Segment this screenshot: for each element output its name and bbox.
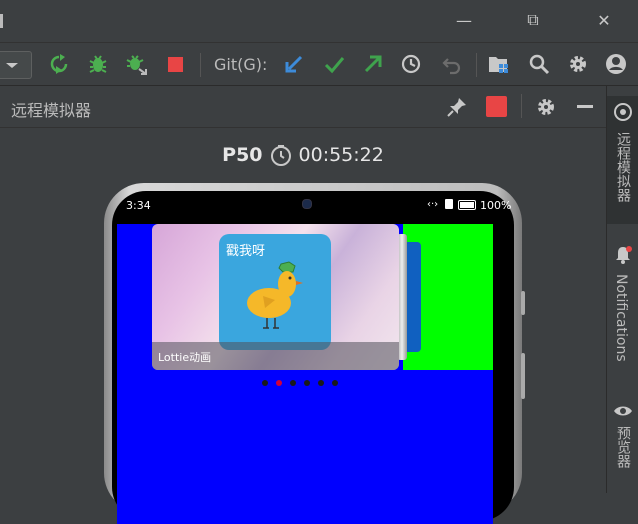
rerun-icon[interactable] <box>47 52 71 76</box>
git-push-icon[interactable] <box>361 52 385 76</box>
settings-gear-icon[interactable] <box>566 52 590 76</box>
restore-button[interactable]: ⧉ <box>523 10 543 30</box>
toolbar-separator <box>200 53 201 77</box>
tab-emulator-active[interactable]: 远程模拟器 <box>607 96 638 224</box>
indicator-dot[interactable] <box>318 380 324 386</box>
lottie-tile[interactable]: 戳我呀 <box>219 234 331 350</box>
notification-icon <box>445 199 453 209</box>
bird-illustration <box>247 261 303 329</box>
volume-button <box>521 291 525 315</box>
title-bar: — ⧉ ✕ <box>0 0 638 42</box>
search-icon[interactable] <box>527 52 551 76</box>
phone-screen[interactable]: 戳我呀 Lottie动画 <box>117 224 493 524</box>
indicator-dot[interactable] <box>262 380 268 386</box>
stop-icon[interactable] <box>163 52 187 76</box>
right-tool-strip: 远程模拟器 Notifications 预览器 <box>606 86 638 493</box>
timer-icon <box>270 145 291 166</box>
account-avatar-icon[interactable] <box>604 52 628 76</box>
tab-notifications[interactable]: Notifications <box>607 236 638 386</box>
main-toolbar: Git(G): <box>0 42 638 86</box>
emulator-panel-header: 远程模拟器 <box>0 86 606 128</box>
card-caption: Lottie动画 <box>158 351 212 364</box>
header-separator <box>521 94 522 118</box>
eye-icon <box>614 406 632 416</box>
debug-icon[interactable] <box>86 52 110 76</box>
git-update-icon[interactable] <box>282 52 306 76</box>
battery-icon <box>458 200 476 210</box>
battery-fill <box>460 202 474 208</box>
battery-level: 100% <box>480 199 512 212</box>
device-info: P50 00:55:22 <box>0 140 606 170</box>
project-structure-icon[interactable] <box>487 52 511 76</box>
run-config-dropdown[interactable] <box>0 51 32 79</box>
tab-notifications-label: Notifications <box>613 274 629 362</box>
indicator-dot-active[interactable] <box>276 380 282 386</box>
card-caption-bar: Lottie动画 <box>152 342 399 370</box>
tab-previewer[interactable]: 预览器 <box>607 396 638 493</box>
front-camera <box>302 199 312 209</box>
git-commit-icon[interactable] <box>322 52 346 76</box>
bell-icon <box>616 246 632 264</box>
panel-settings-icon[interactable] <box>534 95 558 119</box>
chevron-down-icon <box>6 63 18 68</box>
carousel-indicator <box>262 380 338 386</box>
pin-icon[interactable] <box>445 95 469 119</box>
git-label: Git(G): <box>214 55 268 74</box>
phone-frame: 3:34 ‹·› 100% 戳我呀 Lottie动画 <box>104 183 525 524</box>
carousel-card[interactable]: 戳我呀 Lottie动画 <box>152 224 399 370</box>
toolbar-separator <box>476 53 477 77</box>
tab-emulator-label: 远程模拟器 <box>615 132 631 202</box>
attach-debugger-icon[interactable] <box>124 52 148 76</box>
phone-body: 3:34 ‹·› 100% 戳我呀 Lottie动画 <box>112 191 514 524</box>
minimize-button[interactable]: — <box>454 10 474 30</box>
history-icon[interactable] <box>399 52 423 76</box>
power-button <box>521 353 525 399</box>
indicator-dot[interactable] <box>332 380 338 386</box>
indicator-dot[interactable] <box>304 380 310 386</box>
close-button[interactable]: ✕ <box>594 10 614 30</box>
indicator-dot[interactable] <box>290 380 296 386</box>
app-menu-fragment <box>0 14 3 28</box>
status-time: 3:34 <box>126 199 151 212</box>
tab-previewer-label: 预览器 <box>615 426 631 468</box>
stop-emulator-button[interactable] <box>486 96 507 117</box>
hide-panel-button[interactable] <box>577 105 593 108</box>
emulator-icon <box>614 103 632 121</box>
device-name: P50 <box>222 144 263 166</box>
tile-label: 戳我呀 <box>226 244 266 259</box>
rollback-icon[interactable] <box>440 52 464 76</box>
phone-status-bar: 3:34 ‹·› 100% <box>122 195 511 215</box>
panel-title: 远程模拟器 <box>11 101 92 120</box>
code-icon: ‹·› <box>427 199 439 210</box>
session-timer: 00:55:22 <box>298 144 384 166</box>
